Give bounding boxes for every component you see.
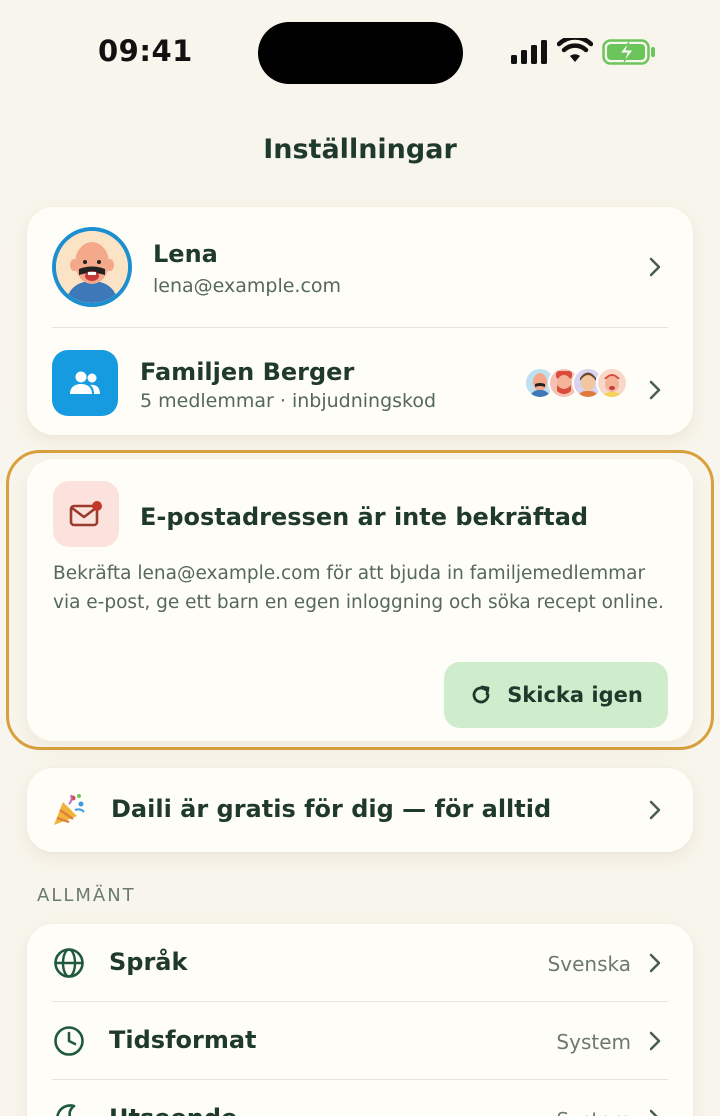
clock-icon (54, 1026, 84, 1056)
chevron-right-icon (649, 1031, 661, 1051)
dynamic-island (258, 22, 463, 84)
battery-charging-icon (602, 39, 655, 65)
chevron-right-icon (649, 380, 661, 400)
avatar (52, 227, 132, 307)
people-icon (70, 371, 100, 394)
family-row[interactable]: Familjen Berger 5 medlemmar · inbjudning… (27, 328, 693, 435)
cellular-signal-icon (511, 40, 547, 64)
family-badge (52, 350, 118, 416)
setting-value: System (556, 1030, 631, 1054)
profile-row[interactable]: Lena lena@example.com (27, 207, 693, 327)
section-header-general: ALLMÄNT (37, 885, 136, 906)
setting-value: System (556, 1108, 631, 1116)
family-subtitle: 5 medlemmar · inbjudningskod (140, 390, 437, 412)
chevron-right-icon (649, 953, 661, 973)
avatar-illustration (56, 231, 128, 303)
profile-name: Lena (153, 240, 218, 268)
setting-label: Utseende (109, 1104, 237, 1116)
free-plan-label: Daili är gratis för dig — för alltid (111, 795, 552, 823)
mail-alert-icon (69, 501, 102, 527)
setting-row-appearance[interactable]: Utseende System (27, 1080, 693, 1116)
chevron-right-icon (649, 1109, 658, 1116)
wifi-icon (557, 38, 593, 62)
family-name: Familjen Berger (140, 358, 355, 386)
setting-label: Tidsformat (109, 1026, 257, 1054)
chevron-right-icon (649, 800, 661, 820)
profile-email: lena@example.com (153, 275, 342, 297)
setting-row-time-format[interactable]: Tidsformat System (27, 1002, 693, 1080)
member-avatar-stack (524, 367, 634, 399)
general-settings-card: Språk Svenska Tidsformat System Utseende… (27, 924, 693, 1116)
status-bar: 09:41 (0, 0, 720, 100)
moon-icon (56, 1104, 76, 1116)
member-avatar (596, 367, 628, 399)
refresh-icon (472, 685, 490, 704)
setting-row-language[interactable]: Språk Svenska (27, 924, 693, 1002)
status-time: 09:41 (98, 34, 193, 68)
resend-button-label: Skicka igen (507, 683, 643, 707)
setting-value: Svenska (547, 952, 631, 976)
party-popper-icon (54, 794, 85, 825)
resend-button[interactable]: Skicka igen (444, 662, 668, 728)
account-card: Lena lena@example.com Familjen Berger 5 … (27, 207, 693, 435)
globe-icon (54, 948, 84, 978)
mail-badge (53, 481, 119, 547)
page-title: Inställningar (263, 134, 457, 165)
verification-title: E-postadressen är inte bekräftad (140, 503, 589, 531)
email-verification-card: E-postadressen är inte bekräftad Bekräft… (6, 450, 714, 750)
chevron-right-icon (649, 257, 661, 277)
setting-label: Språk (109, 948, 188, 976)
email-verification-content: E-postadressen är inte bekräftad Bekräft… (27, 459, 693, 741)
verification-message: Bekräfta lena@example.com för att bjuda … (53, 563, 664, 613)
free-plan-row[interactable]: Daili är gratis för dig — för alltid (27, 768, 693, 852)
